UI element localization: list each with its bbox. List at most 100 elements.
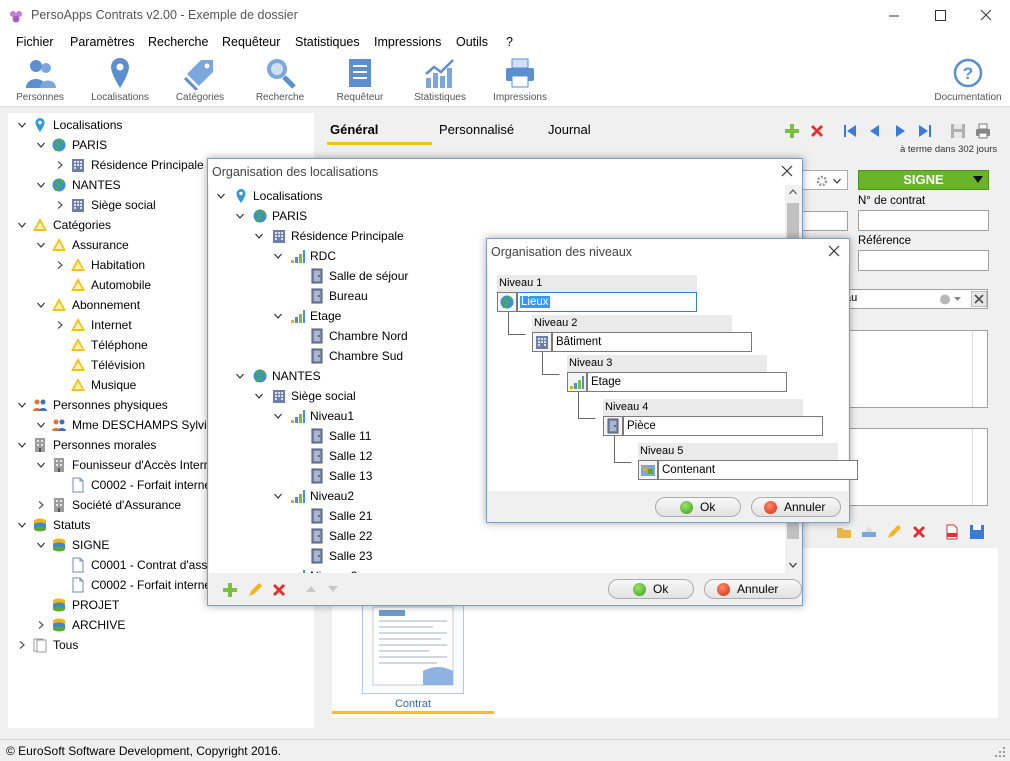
save-document-icon[interactable]: [969, 524, 985, 540]
chevron-right-icon[interactable]: [56, 261, 64, 269]
remove-document-icon[interactable]: [911, 524, 927, 540]
chevron-down-icon[interactable]: [274, 312, 282, 320]
chevron-down-icon[interactable]: [18, 121, 26, 129]
print-icon[interactable]: [974, 122, 992, 140]
localisations-ok-button[interactable]: Ok: [608, 579, 694, 599]
level-name-input[interactable]: Etage: [587, 372, 787, 392]
toolbar-personnes-button[interactable]: Personnes: [0, 53, 80, 107]
niveaux-cancel-button[interactable]: Annuler: [751, 497, 841, 517]
tree-item[interactable]: ARCHIVE: [8, 615, 308, 635]
chevron-down-icon[interactable]: [37, 181, 45, 189]
clear-icon[interactable]: [971, 291, 987, 307]
toolbar-impressions-button[interactable]: Impressions: [480, 53, 560, 107]
open-folder-icon[interactable]: [836, 524, 852, 540]
level-icon-button[interactable]: [638, 460, 658, 480]
toolbar-localisations-button[interactable]: Localisations: [80, 53, 160, 107]
contract-number-input[interactable]: [858, 210, 989, 231]
menu-help[interactable]: ?: [506, 35, 513, 49]
chevron-down-icon[interactable]: [37, 301, 45, 309]
chevron-down-icon[interactable]: [37, 141, 45, 149]
tree-item[interactable]: Tous: [8, 635, 308, 655]
toolbar-recherche-button[interactable]: Recherche: [240, 53, 320, 107]
chevron-down-icon[interactable]: [236, 212, 244, 220]
chevron-down-icon[interactable]: [18, 401, 26, 409]
chevron-down-icon[interactable]: [18, 441, 26, 449]
chevron-down-icon[interactable]: [37, 241, 45, 249]
chevron-down-icon[interactable]: [18, 521, 26, 529]
niveaux-dialog-close-icon[interactable]: [823, 242, 845, 262]
add-location-icon[interactable]: [222, 582, 238, 598]
chevron-right-icon[interactable]: [56, 321, 64, 329]
tab-journal[interactable]: Journal: [548, 122, 591, 137]
contract-thumbnail[interactable]: [362, 598, 464, 694]
notes-scrollbar-1[interactable]: [972, 331, 987, 407]
tab-general[interactable]: Général: [330, 122, 378, 137]
toolbar-categories-button[interactable]: Catégories: [160, 53, 240, 107]
move-down-icon[interactable]: [328, 585, 338, 593]
chevron-down-icon[interactable]: [255, 392, 263, 400]
chevron-down-icon[interactable]: [274, 252, 282, 260]
level-name-input[interactable]: Contenant: [658, 460, 858, 480]
reference-input[interactable]: [858, 250, 989, 271]
chevron-down-icon[interactable]: [274, 572, 282, 573]
scroll-down-icon[interactable]: [789, 561, 797, 569]
location-tree-item[interactable]: Salle 23: [209, 546, 769, 566]
menu-impressions[interactable]: Impressions: [374, 35, 441, 49]
chevron-right-icon[interactable]: [18, 641, 26, 649]
chevron-down-icon[interactable]: [37, 421, 45, 429]
delete-icon[interactable]: [809, 123, 825, 139]
toolbar-statistiques-button[interactable]: Statistiques: [400, 53, 480, 107]
niveaux-ok-button[interactable]: Ok: [655, 497, 741, 517]
chevron-down-icon[interactable]: [37, 541, 45, 549]
save-icon[interactable]: [949, 122, 967, 140]
toolbar-requeteur-button[interactable]: Requêteur: [320, 53, 400, 107]
first-record-icon[interactable]: [842, 123, 858, 139]
level-icon-button[interactable]: [532, 332, 552, 352]
chevron-down-icon[interactable]: [236, 372, 244, 380]
menu-outils[interactable]: Outils: [456, 35, 488, 49]
close-window-button[interactable]: [963, 0, 1009, 31]
menu-parametres[interactable]: Paramètres: [70, 35, 135, 49]
notes-scrollbar-2[interactable]: [972, 429, 987, 505]
level-name-input[interactable]: Pièce: [623, 416, 823, 436]
edit-icon[interactable]: [886, 524, 902, 540]
resize-grip-icon[interactable]: [994, 746, 1006, 758]
edit-location-icon[interactable]: [247, 582, 263, 598]
localisations-dialog-close-icon[interactable]: [776, 162, 798, 182]
scan-icon[interactable]: [861, 524, 877, 540]
chevron-right-icon[interactable]: [56, 201, 64, 209]
menu-fichier[interactable]: Fichier: [16, 35, 54, 49]
chevron-down-icon[interactable]: [37, 461, 45, 469]
level-icon-button[interactable]: [567, 372, 587, 392]
next-record-icon[interactable]: [892, 123, 908, 139]
tree-item[interactable]: PARIS: [8, 135, 308, 155]
chevron-right-icon[interactable]: [37, 621, 45, 629]
pdf-icon[interactable]: [944, 524, 960, 540]
chevron-down-icon[interactable]: [217, 192, 225, 200]
chevron-down-icon[interactable]: [18, 221, 26, 229]
previous-record-icon[interactable]: [867, 123, 883, 139]
chevron-down-icon[interactable]: [274, 492, 282, 500]
level-name-input[interactable]: Lieux: [517, 292, 697, 312]
delete-location-icon[interactable]: [271, 582, 287, 598]
add-icon[interactable]: [784, 123, 800, 139]
location-tree-item[interactable]: Niveau 3: [209, 566, 769, 573]
maximize-button[interactable]: [917, 0, 963, 31]
chevron-down-icon[interactable]: [255, 232, 263, 240]
scroll-up-icon[interactable]: [789, 188, 797, 196]
level-icon-button[interactable]: [603, 416, 623, 436]
location-tree-item[interactable]: Localisations: [209, 186, 769, 206]
tab-personnalise[interactable]: Personnalisé: [439, 122, 514, 137]
last-record-icon[interactable]: [917, 123, 933, 139]
chevron-down-icon[interactable]: [274, 412, 282, 420]
level-name-input[interactable]: Bâtiment: [552, 332, 752, 352]
minimize-button[interactable]: [871, 0, 917, 31]
chevron-right-icon[interactable]: [37, 501, 45, 509]
menu-statistiques[interactable]: Statistiques: [295, 35, 360, 49]
toolbar-documentation-button[interactable]: ? Documentation: [928, 53, 1008, 107]
location-tree-item[interactable]: PARIS: [209, 206, 769, 226]
move-up-icon[interactable]: [306, 585, 316, 593]
level-icon-button[interactable]: [497, 292, 517, 312]
location-tree-item[interactable]: Salle 22: [209, 526, 769, 546]
tree-item[interactable]: Localisations: [8, 115, 308, 135]
